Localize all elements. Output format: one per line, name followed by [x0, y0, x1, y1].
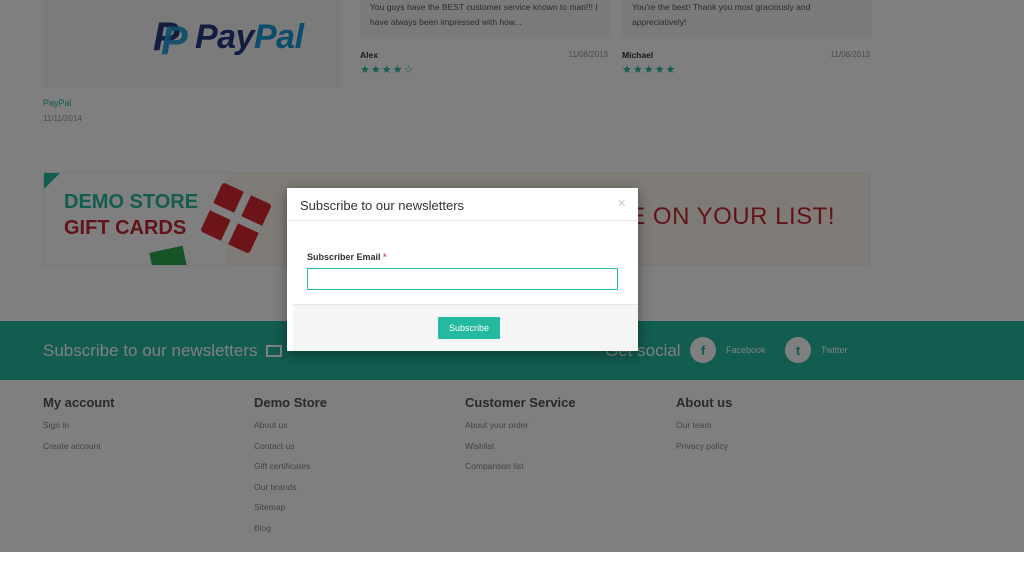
subscriber-email-label: Subscriber Email *: [307, 252, 387, 262]
subscribe-button[interactable]: Subscribe: [438, 317, 500, 339]
required-marker: *: [383, 252, 387, 262]
page: P P PayPal PayPal 11/11/2014 You guys ha…: [0, 0, 1024, 552]
modal-header: Subscribe to our newsletters ×: [287, 188, 638, 221]
modal-footer: Subscribe: [293, 304, 638, 351]
field-label-text: Subscriber Email: [307, 252, 381, 262]
close-icon[interactable]: ×: [617, 195, 626, 212]
subscriber-email-input[interactable]: [307, 268, 618, 290]
newsletter-modal: Subscribe to our newsletters × Subscribe…: [287, 188, 638, 351]
modal-title: Subscribe to our newsletters: [300, 198, 465, 213]
